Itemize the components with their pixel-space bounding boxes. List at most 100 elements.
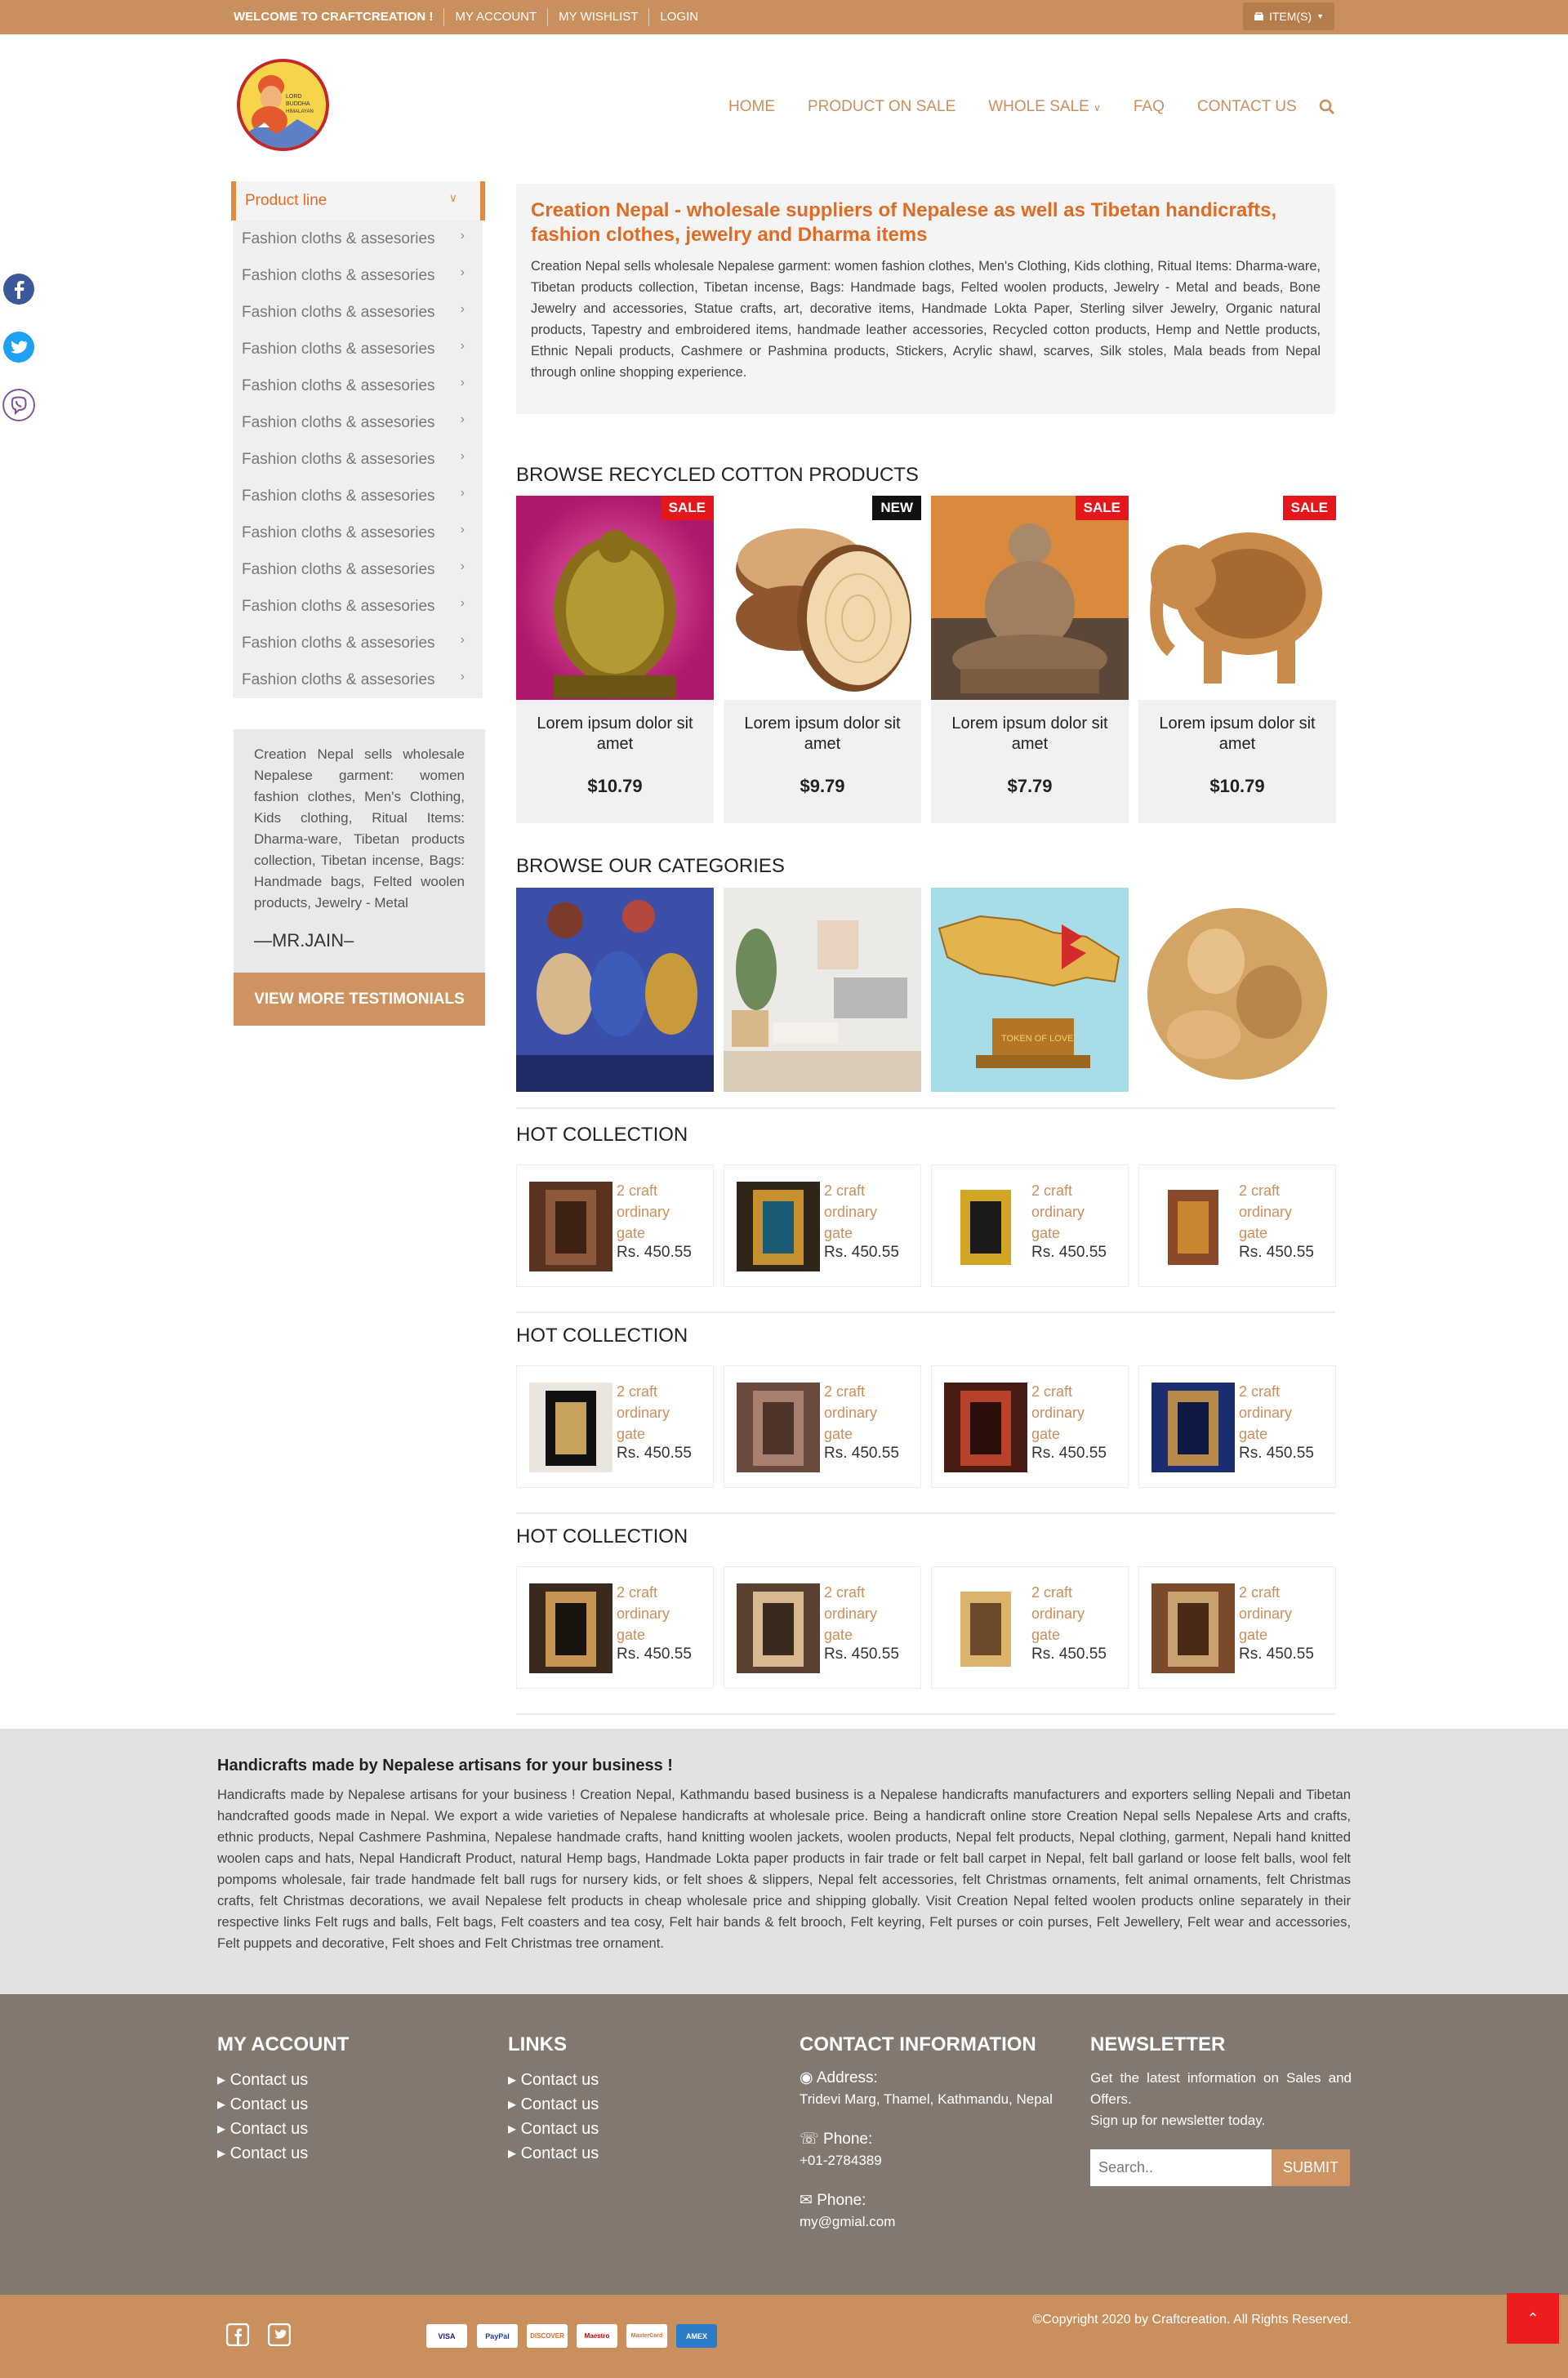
- product-thumbnail[interactable]: [737, 1182, 820, 1271]
- product-image[interactable]: SALE: [516, 496, 714, 700]
- sidebar-item[interactable]: Fashion cloths & assesories ›: [233, 220, 483, 257]
- newsletter-input[interactable]: Search..: [1090, 2149, 1272, 2186]
- nav-product-on-sale[interactable]: PRODUCT ON SALE: [808, 98, 956, 116]
- site-logo[interactable]: LORD BUDDHA HIMALAYAN: [237, 59, 329, 151]
- view-more-testimonials-button[interactable]: VIEW MORE TESTIMONIALS: [234, 973, 485, 1026]
- facebook-icon[interactable]: [2, 273, 35, 305]
- sidebar-item[interactable]: Fashion cloths & assesories ›: [233, 404, 483, 441]
- sidebar-item[interactable]: Fashion cloths & assesories ›: [233, 294, 483, 331]
- caret-right-icon: ▸: [217, 2095, 226, 2113]
- hot-collection-item[interactable]: 2 craft ordinary gate Rs. 450.55: [1138, 1165, 1336, 1287]
- product-thumbnail[interactable]: [1152, 1583, 1235, 1673]
- hot-item-name[interactable]: 2 craft ordinary gate: [617, 1381, 690, 1445]
- hot-item-name[interactable]: 2 craft ordinary gate: [617, 1180, 690, 1244]
- product-thumbnail[interactable]: [944, 1182, 1027, 1271]
- facebook-square-icon[interactable]: [226, 2323, 249, 2346]
- hot-item-name[interactable]: 2 craft ordinary gate: [1031, 1582, 1105, 1645]
- back-to-top-button[interactable]: ⌃: [1507, 2293, 1559, 2344]
- nav-whole-sale[interactable]: WHOLE SALE ∨: [988, 98, 1101, 116]
- product-thumbnail[interactable]: [529, 1182, 612, 1271]
- footer-link[interactable]: ▸ Contact us: [508, 2092, 599, 2117]
- my-account-link[interactable]: MY ACCOUNT: [444, 8, 549, 26]
- sidebar-item[interactable]: Fashion cloths & assesories ›: [233, 441, 483, 478]
- email-value[interactable]: my@gmial.com: [800, 2211, 1053, 2233]
- nav-home[interactable]: HOME: [728, 98, 775, 116]
- sidebar-item[interactable]: Fashion cloths & assesories ›: [233, 257, 483, 294]
- hot-collection-item[interactable]: 2 craft ordinary gate Rs. 450.55: [724, 1365, 921, 1488]
- hot-collection-item[interactable]: 2 craft ordinary gate Rs. 450.55: [724, 1566, 921, 1689]
- product-thumbnail[interactable]: [737, 1583, 820, 1673]
- hot-collection-item[interactable]: 2 craft ordinary gate Rs. 450.55: [1138, 1365, 1336, 1488]
- hot-item-name[interactable]: 2 craft ordinary gate: [617, 1582, 690, 1645]
- category-tile[interactable]: [724, 888, 921, 1092]
- hot-item-name[interactable]: 2 craft ordinary gate: [824, 1582, 898, 1645]
- product-thumbnail[interactable]: [944, 1583, 1027, 1673]
- hot-collection-item[interactable]: 2 craft ordinary gate Rs. 450.55: [1138, 1566, 1336, 1689]
- footer-link[interactable]: ▸ Contact us: [508, 2117, 599, 2141]
- product-name[interactable]: Lorem ipsum dolor sit amet: [516, 714, 714, 755]
- cart-button[interactable]: ITEM(S) ▼: [1243, 2, 1334, 30]
- footer-link[interactable]: ▸ Contact us: [508, 2068, 599, 2092]
- product-thumbnail[interactable]: [529, 1583, 612, 1673]
- sidebar-item[interactable]: Fashion cloths & assesories ›: [233, 367, 483, 404]
- hot-collection-item[interactable]: 2 craft ordinary gate Rs. 450.55: [516, 1566, 714, 1689]
- product-card[interactable]: SALE Lorem ipsum dolor sit amet $10.79: [1138, 496, 1336, 823]
- footer-link[interactable]: ▸ Contact us: [217, 2092, 349, 2117]
- sidebar-item[interactable]: Fashion cloths & assesories ›: [233, 661, 483, 698]
- hot-collection-item[interactable]: 2 craft ordinary gate Rs. 450.55: [931, 1566, 1129, 1689]
- hot-collection-item[interactable]: 2 craft ordinary gate Rs. 450.55: [516, 1365, 714, 1488]
- chevron-right-icon: ›: [460, 339, 465, 353]
- product-name[interactable]: Lorem ipsum dolor sit amet: [1138, 714, 1336, 755]
- hot-collection-item[interactable]: 2 craft ordinary gate Rs. 450.55: [931, 1165, 1129, 1287]
- hot-item-price: Rs. 450.55: [1239, 1244, 1314, 1261]
- nav-contact-us[interactable]: CONTACT US: [1197, 98, 1297, 116]
- my-wishlist-link[interactable]: MY WISHLIST: [548, 8, 650, 26]
- phone-value[interactable]: +01-2784389: [800, 2150, 1053, 2171]
- hot-item-name[interactable]: 2 craft ordinary gate: [1239, 1582, 1312, 1645]
- footer-link[interactable]: ▸ Contact us: [217, 2141, 349, 2166]
- sidebar-item[interactable]: Fashion cloths & assesories ›: [233, 625, 483, 661]
- hot-item-name[interactable]: 2 craft ordinary gate: [824, 1381, 898, 1445]
- hot-item-name[interactable]: 2 craft ordinary gate: [1239, 1381, 1312, 1445]
- sidebar-item[interactable]: Fashion cloths & assesories ›: [233, 514, 483, 551]
- hot-item-name[interactable]: 2 craft ordinary gate: [1031, 1381, 1105, 1445]
- footer-link[interactable]: ▸ Contact us: [508, 2141, 599, 2166]
- product-thumbnail[interactable]: [529, 1383, 612, 1472]
- hot-collection-item[interactable]: 2 craft ordinary gate Rs. 450.55: [931, 1365, 1129, 1488]
- product-name[interactable]: Lorem ipsum dolor sit amet: [724, 714, 921, 755]
- sidebar-item[interactable]: Fashion cloths & assesories ›: [233, 331, 483, 367]
- nav-faq[interactable]: FAQ: [1134, 98, 1165, 116]
- newsletter-submit-button[interactable]: SUBMIT: [1272, 2149, 1350, 2186]
- footer-link[interactable]: ▸ Contact us: [217, 2117, 349, 2141]
- product-card[interactable]: SALE Lorem ipsum dolor sit amet $10.79: [516, 496, 714, 823]
- sidebar-item[interactable]: Fashion cloths & assesories ›: [233, 478, 483, 514]
- hot-collection-item[interactable]: 2 craft ordinary gate Rs. 450.55: [516, 1165, 714, 1287]
- product-image[interactable]: SALE: [931, 496, 1129, 700]
- product-image[interactable]: NEW: [724, 496, 921, 700]
- sidebar-item[interactable]: Fashion cloths & assesories ›: [233, 588, 483, 625]
- sidebar-item[interactable]: Fashion cloths & assesories ›: [233, 551, 483, 588]
- twitter-square-icon[interactable]: [268, 2323, 291, 2346]
- search-icon[interactable]: [1318, 98, 1336, 116]
- product-thumbnail[interactable]: [1152, 1182, 1235, 1271]
- footer-link[interactable]: ▸ Contact us: [217, 2068, 349, 2092]
- hot-item-name[interactable]: 2 craft ordinary gate: [824, 1180, 898, 1244]
- product-thumbnail[interactable]: [1152, 1383, 1235, 1472]
- viber-icon[interactable]: [2, 389, 35, 421]
- hot-item-name[interactable]: 2 craft ordinary gate: [1239, 1180, 1312, 1244]
- product-name[interactable]: Lorem ipsum dolor sit amet: [931, 714, 1129, 755]
- product-image[interactable]: SALE: [1138, 496, 1336, 700]
- product-card[interactable]: NEW Lorem ipsum dolor sit amet $9.79: [724, 496, 921, 823]
- hot-item-name[interactable]: 2 craft ordinary gate: [1031, 1180, 1105, 1244]
- category-tile[interactable]: [1138, 888, 1336, 1092]
- hot-collection-item[interactable]: 2 craft ordinary gate Rs. 450.55: [724, 1165, 921, 1287]
- twitter-icon[interactable]: [2, 331, 35, 363]
- category-tile[interactable]: [516, 888, 714, 1092]
- sidebar-header[interactable]: Product line ∨: [231, 181, 485, 220]
- product-thumbnail[interactable]: [737, 1383, 820, 1472]
- hot-collection-title: HOT COLLECTION: [516, 1124, 688, 1146]
- login-link[interactable]: LOGIN: [649, 8, 709, 26]
- product-thumbnail[interactable]: [944, 1383, 1027, 1472]
- product-card[interactable]: SALE Lorem ipsum dolor sit amet $7.79: [931, 496, 1129, 823]
- category-tile[interactable]: TOKEN OF LOVE: [931, 888, 1129, 1092]
